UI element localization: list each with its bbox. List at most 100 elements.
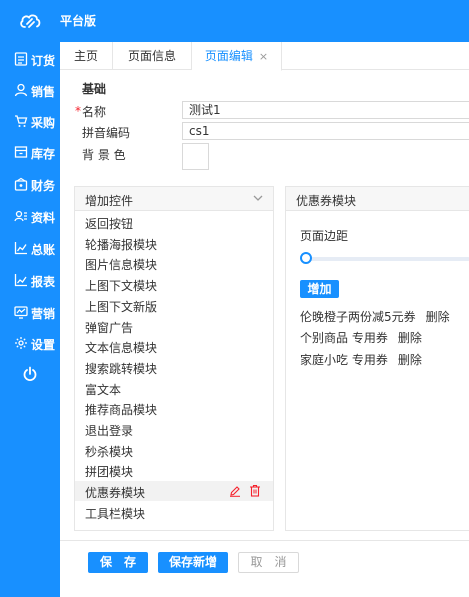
sidebar-item-label: 采购 [31,116,56,130]
module-label: 返回按钮 [85,217,134,231]
sidebar-item-finance[interactable]: 财务 [0,170,60,198]
sidebar-item-label: 营销 [31,307,56,321]
cart-icon [15,115,28,127]
module-list-panel: 增加控件 返回按钮轮播海报模块 图片信息模块 上图下文模块 上图下文新版弹窗广告文本信… [74,186,274,531]
module-list-item[interactable]: 推荐商品模块 [75,398,273,418]
chevron-down-icon[interactable] [253,194,263,202]
code-label: 拼音编码 [82,126,131,140]
tab-label: 主页 [73,49,98,63]
marketing-icon [14,306,28,319]
sidebar-item-order[interactable]: 订货 [0,45,60,73]
sidebar-item-sales[interactable]: 销售 [0,76,60,104]
bg-color-picker[interactable] [182,143,209,170]
module-label: 优惠券模块 [85,486,146,501]
module-list-item[interactable]: 工具栏模块 [75,502,273,522]
warehouse-icon [14,146,28,158]
wallet-icon [14,177,28,191]
sidebar-item-profile[interactable]: 资料 [0,202,60,230]
panel-header: 优惠券模块 [286,187,469,211]
sidebar-item-label: 订货 [31,54,56,68]
sidebar-item-purchase[interactable]: 采购 [0,107,60,135]
module-label: 弹窗广告 [85,320,134,335]
module-list-item[interactable]: 图片信息模块 [75,253,273,273]
module-label: 工具栏模块 [85,506,146,521]
sidebar-item-inventory[interactable]: 库存 [0,138,60,166]
gear-icon [15,337,27,349]
sidebar-item-label: 总账 [31,243,56,257]
module-list-item[interactable]: 搜索跳转模块 [75,357,273,377]
delete-link[interactable]: 删除 [426,310,450,324]
tab-label: 页面编辑 [204,49,253,63]
coupon-name: 个别商品 专用券 [300,331,388,345]
coupon-name: 家庭小吃 专用券 [300,353,388,367]
tab-page-info[interactable]: 页面信息 [113,42,192,70]
module-label: 文本信息模块 [85,341,158,356]
section-title: 基础 [82,82,107,96]
ledger-chart-icon [14,242,27,255]
panel-title: 增加控件 [85,194,134,208]
name-field[interactable]: 测试1 [182,101,469,119]
module-list-item[interactable]: 富文本 [75,378,273,398]
sidebar-item-report[interactable]: 报表 [0,266,60,294]
order-icon [14,52,28,66]
code-field[interactable]: cs1 [182,122,469,140]
cancel-button[interactable]: 取 消 [238,552,299,573]
module-list-item[interactable]: 轮播海报模块 [75,233,273,253]
tab-bar: 主页 页面信息 页面编辑 × [60,42,469,71]
module-list-item[interactable]: 拼团模块 [75,460,273,480]
main-content: 主页 页面信息 页面编辑 × 基础 * 名称 测试1 拼音编码 cs1 背 景 色… [60,42,469,597]
tab-home[interactable]: 主页 [60,42,113,70]
module-list-item[interactable]: 文本信息模块 [75,336,273,356]
module-label: 富文本 [85,382,122,397]
module-label: 轮播海报模块 [85,237,158,252]
module-list-item[interactable]: 上图下文新版 [75,295,273,315]
power-icon[interactable] [22,366,38,382]
sidebar-item-label: 设置 [31,338,56,352]
module-list-item[interactable]: 优惠券模块 [75,481,273,502]
app-root: 平台版 订货 销售 采购 库存 财务 资料 总账 报表 营销 设置 主页 页面信… [0,0,469,597]
page-margin-label: 页面边距 [300,229,349,243]
module-list-item[interactable]: 退出登录 [75,419,273,439]
module-list-item[interactable]: 秒杀模块 [75,440,273,460]
module-list-item[interactable]: 弹窗广告 [75,316,273,336]
sidebar-item-settings[interactable]: 设置 [0,329,60,357]
sidebar-item-ledger[interactable]: 总账 [0,234,60,262]
app-title: 平台版 [60,14,97,28]
tab-label: 页面信息 [127,49,176,63]
delete-link[interactable]: 删除 [398,331,422,345]
cloud-logo-icon[interactable] [18,10,42,32]
sidebar-item-label: 资料 [31,211,56,225]
add-coupon-button[interactable]: 增加 [300,280,339,298]
edit-icon[interactable] [229,485,241,497]
profile-icon [14,210,27,222]
coupon-item: 个别商品 专用券 删除 [300,329,422,346]
trash-icon[interactable] [249,484,261,497]
sidebar: 订货 销售 采购 库存 财务 资料 总账 报表 营销 设置 [0,42,60,597]
coupon-item: 家庭小吃 专用券 删除 [300,351,422,368]
save-new-button[interactable]: 保存新增 [158,552,228,573]
module-list-item[interactable]: 上图下文模块 [75,274,273,294]
page-margin-slider[interactable] [300,257,469,261]
report-chart-icon [14,274,27,287]
sidebar-item-label: 财务 [31,179,56,193]
bg-color-label: 背 景 色 [82,148,126,162]
save-button[interactable]: 保 存 [88,552,148,573]
panel-header[interactable]: 增加控件 [75,187,273,211]
coupon-name: 伦晚橙子两份减5元券 [300,310,416,324]
module-label: 搜索跳转模块 [85,361,158,376]
sidebar-item-label: 报表 [31,275,56,289]
module-label: 推荐商品模块 [85,403,158,418]
slider-handle[interactable] [300,252,312,264]
required-mark: * [75,104,81,118]
top-bar: 平台版 [0,0,469,42]
close-icon[interactable]: × [259,50,268,63]
delete-link[interactable]: 删除 [398,353,422,367]
tab-page-edit[interactable]: 页面编辑 × [192,42,282,71]
coupon-module-panel: 优惠券模块 页面边距 增加 伦晚橙子两份减5元券 删除 个别商品 专用券 删除 家庭… [285,186,469,531]
module-label: 退出登录 [85,424,134,438]
panel-title: 优惠券模块 [296,194,357,208]
user-icon [14,83,28,97]
module-list-item[interactable]: 返回按钮 [75,212,273,232]
coupon-item: 伦晚橙子两份减5元券 删除 [300,308,450,325]
sidebar-item-marketing[interactable]: 营销 [0,298,60,326]
